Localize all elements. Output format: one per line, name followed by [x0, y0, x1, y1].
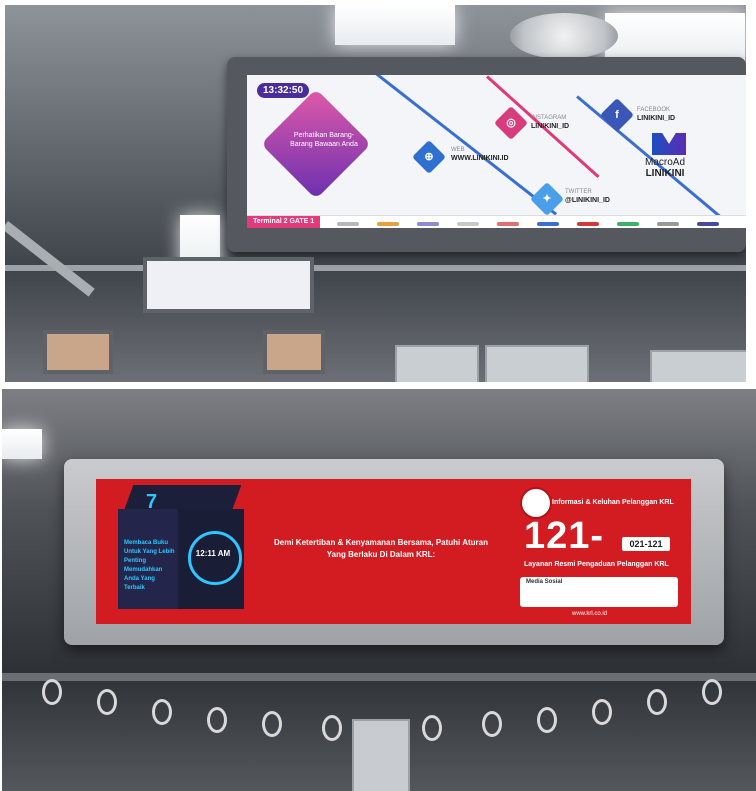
service-text: Layanan Resmi Pengaduan Pelanggan KRL	[524, 561, 669, 568]
sponsor-footer: Terminal 2 GATE 1	[247, 215, 746, 228]
hand-strap	[537, 707, 557, 733]
macroad-logo	[652, 133, 686, 155]
facebook-label: FACEBOOK	[637, 107, 671, 113]
web-value: WWW.LINIKINI.ID	[451, 155, 509, 162]
hand-strap	[322, 715, 342, 741]
brand-name-line1: MacroAd	[645, 157, 686, 168]
instagram-icon: ◎	[494, 106, 528, 140]
decor-line	[366, 75, 558, 216]
hand-strap	[702, 679, 722, 705]
brand-name: MacroAd LINIKINI	[645, 157, 685, 179]
train-window	[650, 350, 746, 382]
panel-header: Informasi & Keluhan Pelanggan KRL	[552, 499, 674, 506]
sponsor-logo	[697, 222, 719, 226]
distant-screen	[43, 330, 113, 374]
instagram-label: INSTAGRAM	[531, 115, 567, 121]
sponsor-logo	[417, 222, 439, 226]
distant-screen	[263, 330, 325, 374]
hand-strap	[482, 711, 502, 737]
sponsor-logo	[337, 222, 359, 226]
hand-strap	[42, 679, 62, 705]
hand-strap	[647, 689, 667, 715]
hand-strap	[422, 715, 442, 741]
sponsor-logo	[377, 222, 399, 226]
sponsor-logo	[497, 222, 519, 226]
ceiling-light	[2, 429, 42, 459]
anniversary-logo: 7	[146, 491, 158, 513]
brand-name-line2: LINIKINI	[645, 168, 685, 179]
red-screen: 7 Membaca Buku Untuk Yang Lebih Penting …	[96, 479, 691, 624]
twitter-icon: ✦	[530, 182, 564, 216]
ceiling-light	[335, 5, 455, 45]
info-panel: Informasi & Keluhan Pelanggan KRL 121- 0…	[514, 485, 684, 619]
sponsor-logo	[617, 222, 639, 226]
social-title: Media Sosial	[526, 579, 563, 585]
main-screen: 13:32:50 Perhatikan Barang-Barang Bawaan…	[247, 75, 746, 228]
phone-box: 021-121	[622, 537, 670, 551]
hand-strap	[262, 711, 282, 737]
instagram-value: LINIKINI_ID	[531, 123, 570, 130]
bottom-photo: 7 Membaca Buku Untuk Yang Lebih Penting …	[2, 389, 756, 791]
corridor-end	[352, 719, 410, 791]
hotline-number: 121-	[524, 515, 605, 557]
twitter-value: @LINIKINI_ID	[565, 197, 610, 204]
twitter-label: TWITTER	[565, 189, 592, 195]
facebook-value: LINIKINI_ID	[637, 115, 676, 122]
clock-ring	[188, 531, 242, 585]
rules-message: Demi Ketertiban & Kenyamanan Bersama, Pa…	[274, 538, 488, 559]
hand-strap	[97, 689, 117, 715]
sponsor-logo	[657, 222, 679, 226]
web-label: WEB	[451, 147, 465, 153]
notice-card-text: Perhatikan Barang-Barang Bawaan Anda	[290, 132, 358, 148]
ceiling-rail	[5, 265, 746, 271]
sponsor-logo	[457, 222, 479, 226]
grab-rail	[5, 221, 95, 297]
hand-strap	[592, 699, 612, 725]
terminal-tag: Terminal 2 GATE 1	[247, 216, 321, 228]
cube-clock: 12:11 AM	[195, 549, 231, 558]
facebook-icon: f	[600, 98, 634, 132]
train-window	[395, 345, 479, 382]
hand-strap	[207, 707, 227, 733]
globe-icon: ⊕	[412, 140, 446, 174]
hand-strap	[152, 699, 172, 725]
train-window	[485, 345, 589, 382]
screen-clock: 13:32:50	[257, 83, 310, 98]
cube-text: Membaca Buku Untuk Yang Lebih Penting Me…	[124, 540, 175, 591]
handle-rail	[2, 673, 756, 681]
sponsor-logo	[577, 222, 599, 226]
sponsor-logo	[537, 222, 559, 226]
top-photo: 13:32:50 Perhatikan Barang-Barang Bawaan…	[5, 5, 746, 382]
social-media-box: Media Sosial	[520, 577, 678, 607]
secondary-screen	[143, 257, 314, 313]
website-url: www.krl.co.id	[572, 611, 608, 617]
smoke-detector	[510, 13, 618, 59]
